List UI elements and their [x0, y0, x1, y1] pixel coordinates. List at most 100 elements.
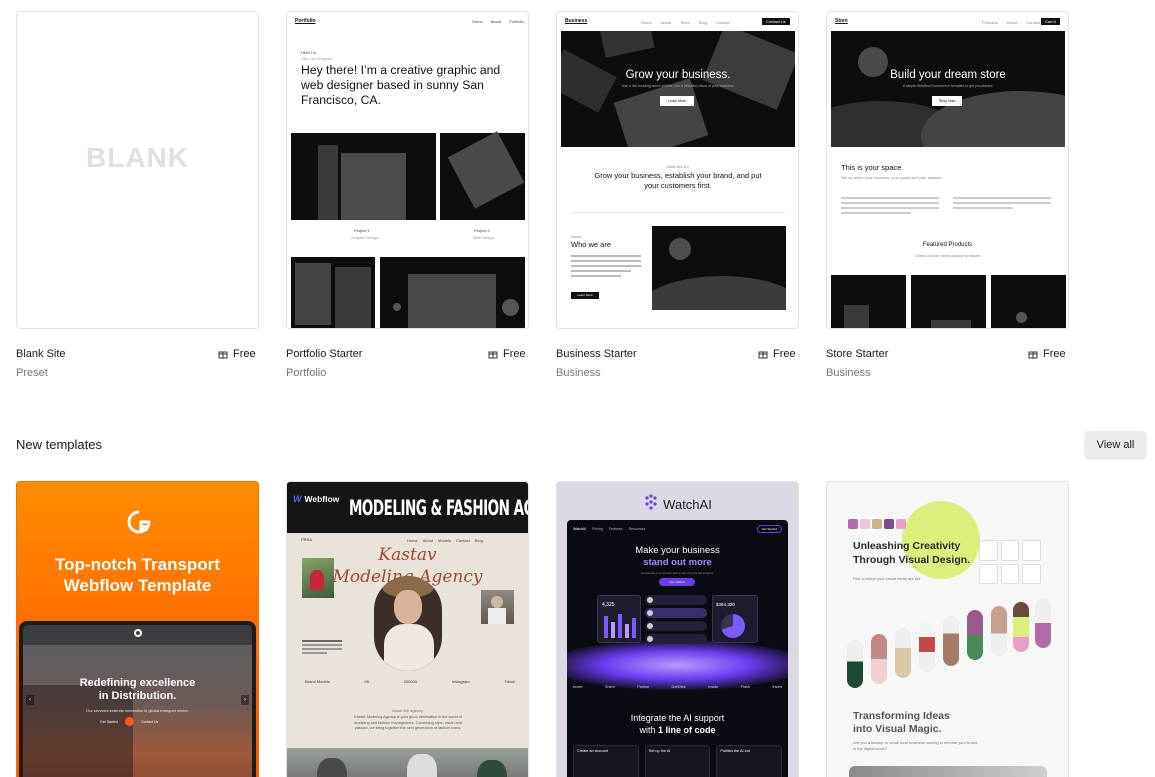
inner-nav-item: Contact [456, 538, 470, 543]
thumb-who-text [571, 255, 641, 277]
heading-sub: Pick a where your visual ideas are set. [853, 576, 922, 581]
hero-line: Make your business [635, 545, 720, 556]
thumb-who-label: About [571, 234, 582, 239]
new-template-card-creativity[interactable]: Unleashing Creativity Through Visual Des… [826, 481, 1069, 777]
thumb-hero-sub: A simple Webflow Ecommerce template to g… [902, 84, 994, 88]
banner-title: MODELING & FASHION AGENCY [349, 496, 528, 522]
integrate-line: Integrate the AI support [630, 713, 725, 723]
gift-icon [758, 349, 768, 359]
icon-grid [979, 540, 1041, 584]
stat-item: 05 [364, 679, 369, 684]
template-title[interactable]: Portfolio Starter [286, 348, 362, 360]
mockup-screen: Redefining excellence in Distribution. O… [23, 625, 252, 777]
thumb-space-sub: Tell us about your business, your goals … [841, 175, 943, 180]
section-title: New templates [16, 437, 102, 452]
dark-mockup: WatchAI Pricing Features Resources Get S… [567, 520, 788, 777]
thumb-nav-item: Contact [1026, 20, 1041, 25]
thumb-nav-item: Team [680, 20, 690, 25]
watchai-logo: WatchAI [557, 494, 798, 515]
thumb-featured-heading: Featured Products [922, 242, 973, 248]
thumb-nav-item: Home [641, 20, 652, 25]
new-template-card-transport[interactable]: Top-notch Transport Webflow Template Red… [16, 481, 259, 777]
template-category: Preset [16, 367, 48, 379]
heading-line: Unleashing Creativity [853, 540, 961, 552]
stat-item: Instagram [451, 679, 470, 684]
mockup-nav-item: Pricing [592, 527, 603, 531]
inner-nav-item: Blog [474, 538, 483, 543]
template-thumbnail[interactable]: Store Products About Contact Cart 0 Buil… [826, 11, 1069, 329]
side-text [302, 640, 342, 654]
thumb-divider [571, 212, 785, 213]
price-label: Free [1028, 348, 1066, 360]
price-text: Free [503, 348, 526, 360]
bottom-sub: Are you a startup or small local busines… [853, 740, 978, 751]
dashboard-card-right: $384,320 [712, 595, 758, 643]
thumb-project2-sub: Web Design [473, 235, 495, 240]
dashboard-card-left: 4,325 [597, 595, 641, 643]
blank-placeholder-text: BLANK [86, 142, 189, 173]
bottom-image [849, 766, 1047, 777]
thumb-hero: Grow your business. Use a rich heading a… [561, 31, 795, 147]
integrate-heading: Integrate the AI support with 1 line of … [567, 712, 788, 736]
new-template-card-watchai[interactable]: WatchAI WatchAI Pricing Features Resourc… [556, 481, 799, 777]
thumb-cta: Cart 0 [1041, 18, 1060, 25]
heading-line: Top-notch Transport [55, 555, 220, 574]
mockup-btn-dot [124, 717, 134, 726]
thumb-nav-item: Contact [715, 20, 730, 25]
mockup-btn: Contact Us [140, 719, 159, 724]
mockup-buttons: Get Started Contact Us [97, 717, 161, 726]
template-title[interactable]: Business Starter [556, 348, 637, 360]
template-thumbnail[interactable]: Portfolio Home About Portfolio Hello I'm… [286, 11, 529, 329]
metric-value: 4,325 [602, 602, 615, 608]
thumb-nav-item: About [490, 19, 502, 24]
heading-line: into Visual Magic. [853, 723, 942, 735]
gift-icon [488, 349, 498, 359]
thumb-mid-heading: Grow your business, establish your brand… [594, 171, 762, 190]
mockup-sub: Our services extends innovation in globa… [86, 708, 189, 713]
template-thumbnail[interactable]: BLANK [16, 11, 259, 329]
template-banner: W Webflow MODELING & FASHION AGENCY [287, 482, 528, 533]
thumb-cta: Contact Us [762, 18, 790, 25]
carousel-prev-icon: ‹ [26, 695, 34, 705]
step-title: Set up the AI [648, 749, 671, 753]
thumb-nav: Home About Portfolio [472, 19, 524, 24]
template-thumbnail[interactable]: Business Home About Team Blog Contact Co… [556, 11, 799, 329]
thumb-project2-title: Project 2 [474, 228, 490, 233]
device-mockup: Redefining excellence in Distribution. O… [19, 621, 256, 777]
watchai-logo-text: WatchAI [663, 497, 712, 512]
step-title: Create an account [577, 749, 609, 753]
thumb-nav-item: Home [472, 19, 483, 24]
photo-side [481, 590, 514, 624]
thumb-project1-sub: Graphic Design [351, 235, 379, 240]
brand-logo-icon [127, 510, 151, 534]
thumb-featured-sub: Check out our most popular products [914, 253, 981, 258]
view-all-button[interactable]: View all [1085, 431, 1146, 458]
webflow-badge: W Webflow [293, 494, 339, 504]
thumb-hero: Build your dream store A simple Webflow … [831, 31, 1065, 147]
step-card: Set up the AI [644, 745, 711, 777]
thumb-product-1 [831, 275, 906, 328]
inner-nav: Home About Models Contact Blog [407, 538, 483, 543]
thumb-small-label: Hello I'm [301, 50, 317, 55]
thumb-project-image-3 [291, 257, 375, 328]
webflow-logo-icon: W [293, 494, 302, 504]
template-category: Business [826, 367, 871, 379]
price-text: Free [233, 348, 256, 360]
small-thumbs [848, 519, 906, 529]
price-text: Free [773, 348, 796, 360]
thumb-project1-title: Project 1 [354, 228, 370, 233]
metric-value: $384,320 [716, 602, 735, 607]
template-title[interactable]: Blank Site [16, 348, 66, 360]
price-label: Free [758, 348, 796, 360]
step-card: Publish the AI bot [716, 745, 783, 777]
template-title[interactable]: Store Starter [826, 348, 888, 360]
inner-nav-item: Models [438, 538, 452, 543]
price-text: Free [1043, 348, 1066, 360]
thumb-product-2 [911, 275, 986, 328]
mockup-nav-button: Get Started [756, 525, 782, 533]
new-template-card-modeling[interactable]: W Webflow MODELING & FASHION AGENCY PRSA… [286, 481, 529, 777]
thumb-hero-sub: Use a rich heading and a subline, mix a … [621, 84, 735, 88]
thumb-space-heading: This is your space [841, 163, 902, 172]
thumb-hero-button: Learn More [660, 96, 694, 106]
photo-red-dress [302, 558, 334, 598]
